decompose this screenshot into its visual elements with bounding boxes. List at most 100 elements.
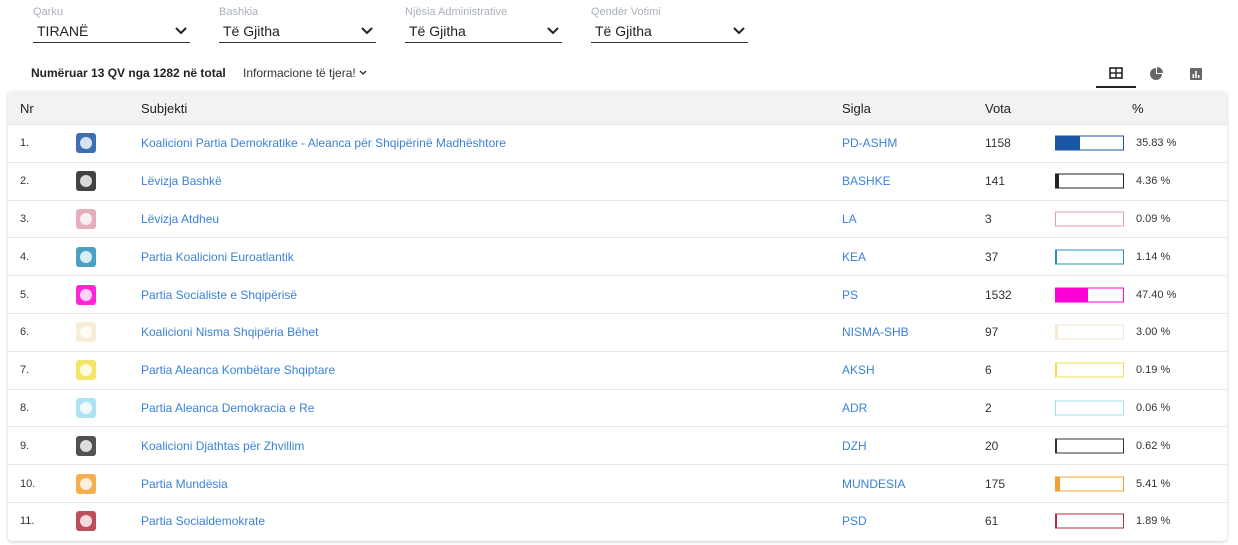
chevron-down-icon bbox=[547, 26, 559, 34]
filter-qarku: Qarku TIRANË bbox=[33, 6, 190, 43]
party-name-link[interactable]: Partia Socialiste e Shqipërisë bbox=[141, 288, 297, 302]
pie-view-button[interactable] bbox=[1136, 60, 1176, 88]
filter-label: Qarku bbox=[33, 6, 63, 18]
qender-select[interactable]: Të Gjitha bbox=[591, 19, 748, 43]
vote-percentage: 35.83 % bbox=[1136, 137, 1177, 150]
chevron-down-icon bbox=[733, 26, 745, 34]
header-sigla: Sigla bbox=[842, 101, 871, 116]
row-number: 11. bbox=[20, 515, 35, 528]
party-logo-icon bbox=[76, 473, 96, 494]
party-acronym: PS bbox=[842, 287, 859, 302]
filter-bashkia: Bashkia Të Gjitha bbox=[219, 6, 376, 43]
share-bar bbox=[1055, 249, 1124, 265]
party-acronym: KEA bbox=[842, 249, 867, 264]
share-bar-fill bbox=[1056, 325, 1058, 339]
party-name-link[interactable]: Partia Koalicioni Euroatlantik bbox=[141, 250, 294, 264]
party-name-link[interactable]: Partia Socialdemokrate bbox=[141, 514, 265, 528]
share-bar-fill bbox=[1056, 174, 1059, 188]
table-row: 8. Partia Aleanca Demokracia e Re ADR 2 … bbox=[8, 388, 1227, 427]
party-logo-icon bbox=[76, 208, 96, 229]
row-number: 8. bbox=[20, 401, 30, 414]
share-bar-fill bbox=[1056, 250, 1057, 264]
row-number: 3. bbox=[20, 212, 30, 225]
share-bar bbox=[1055, 324, 1124, 340]
share-bar-fill bbox=[1056, 514, 1058, 528]
vote-count: 61 bbox=[985, 514, 999, 529]
party-logo-icon bbox=[76, 284, 96, 305]
vote-percentage: 0.09 % bbox=[1136, 212, 1171, 225]
vote-percentage: 47.40 % bbox=[1136, 288, 1177, 301]
table-row: 9. Koalicioni Djathtas për Zhvillim DZH … bbox=[8, 426, 1227, 464]
row-number: 1. bbox=[20, 137, 30, 150]
share-bar-fill bbox=[1056, 288, 1088, 302]
table-view-button[interactable] bbox=[1096, 60, 1136, 88]
party-acronym: PSD bbox=[842, 514, 867, 529]
party-name-link[interactable]: Lëvizja Atdheu bbox=[141, 212, 219, 226]
filter-qender: Qendër Votimi Të Gjitha bbox=[591, 6, 748, 43]
party-name-link[interactable]: Koalicioni Nisma Shqipëria Bëhet bbox=[141, 325, 318, 339]
more-info-toggle[interactable]: Informacione të tjera! bbox=[243, 66, 367, 80]
party-logo-icon bbox=[76, 246, 96, 267]
party-acronym: MUNDESIA bbox=[842, 476, 906, 491]
vote-count: 97 bbox=[985, 325, 999, 340]
vote-count: 20 bbox=[985, 438, 999, 453]
vote-percentage: 0.19 % bbox=[1136, 364, 1171, 377]
select-value: Të Gjitha bbox=[595, 22, 652, 39]
party-acronym: NISMA-SHB bbox=[842, 325, 909, 340]
table-icon bbox=[1109, 67, 1123, 79]
filter-njesia: Njësia Administrative Të Gjitha bbox=[405, 6, 562, 43]
vote-percentage: 5.41 % bbox=[1136, 477, 1171, 490]
filter-label: Qendër Votimi bbox=[591, 6, 661, 18]
bashkia-select[interactable]: Të Gjitha bbox=[219, 19, 376, 43]
more-info-label: Informacione të tjera! bbox=[243, 66, 356, 80]
bar-view-button[interactable] bbox=[1176, 60, 1216, 88]
table-row: 2. Lëvizja Bashkë BASHKE 141 4.36 % bbox=[8, 161, 1227, 200]
party-name-link[interactable]: Partia Mundësia bbox=[141, 477, 228, 491]
party-acronym: AKSH bbox=[842, 363, 875, 378]
party-logo-icon bbox=[76, 360, 96, 381]
row-number: 4. bbox=[20, 250, 30, 263]
vote-percentage: 0.06 % bbox=[1136, 401, 1171, 414]
pie-chart-icon bbox=[1150, 67, 1163, 80]
vote-count: 141 bbox=[985, 174, 1006, 189]
share-bar-fill bbox=[1056, 477, 1060, 491]
select-value: TIRANË bbox=[37, 22, 89, 39]
table-row: 7. Partia Aleanca Kombëtare Shqiptare AK… bbox=[8, 350, 1227, 389]
row-number: 10. bbox=[20, 477, 36, 490]
vote-percentage: 0.62 % bbox=[1136, 439, 1171, 452]
vote-count: 3 bbox=[985, 211, 992, 226]
header-nr: Nr bbox=[20, 101, 34, 116]
header-subjekti: Subjekti bbox=[141, 101, 188, 116]
share-bar bbox=[1055, 476, 1124, 492]
vote-count: 2 bbox=[985, 400, 992, 415]
vote-percentage: 1.89 % bbox=[1136, 515, 1171, 528]
vote-count: 1158 bbox=[985, 136, 1011, 151]
party-logo-icon bbox=[76, 511, 96, 532]
party-name-link[interactable]: Partia Aleanca Demokracia e Re bbox=[141, 401, 314, 415]
table-row: 3. Lëvizja Atdheu LA 3 0.09 % bbox=[8, 199, 1227, 238]
table-row: 6. Koalicioni Nisma Shqipëria Bëhet NISM… bbox=[8, 312, 1227, 351]
row-number: 7. bbox=[20, 364, 30, 377]
njesia-select[interactable]: Të Gjitha bbox=[405, 19, 562, 43]
row-number: 9. bbox=[20, 439, 30, 452]
filter-label: Bashkia bbox=[219, 6, 259, 18]
share-bar bbox=[1055, 135, 1124, 151]
party-name-link[interactable]: Partia Aleanca Kombëtare Shqiptare bbox=[141, 363, 335, 377]
party-name-link[interactable]: Lëvizja Bashkë bbox=[141, 174, 222, 188]
qarku-select[interactable]: TIRANË bbox=[33, 19, 190, 43]
select-value: Të Gjitha bbox=[409, 22, 466, 39]
party-name-link[interactable]: Koalicioni Partia Demokratike - Aleanca … bbox=[141, 136, 506, 150]
party-logo-icon bbox=[76, 322, 96, 343]
chevron-down-icon bbox=[359, 70, 367, 75]
party-logo-icon bbox=[76, 397, 96, 418]
party-logo-icon bbox=[76, 171, 96, 192]
party-name-link[interactable]: Koalicioni Djathtas për Zhvillim bbox=[141, 439, 304, 453]
party-logo-icon bbox=[76, 435, 96, 456]
row-number: 2. bbox=[20, 175, 30, 188]
table-row: 1. Koalicioni Partia Demokratike - Alean… bbox=[8, 124, 1227, 162]
row-number: 6. bbox=[20, 326, 30, 339]
party-acronym: LA bbox=[842, 211, 857, 226]
vote-percentage: 3.00 % bbox=[1136, 326, 1171, 339]
share-bar bbox=[1055, 400, 1124, 416]
party-acronym: DZH bbox=[842, 438, 867, 453]
